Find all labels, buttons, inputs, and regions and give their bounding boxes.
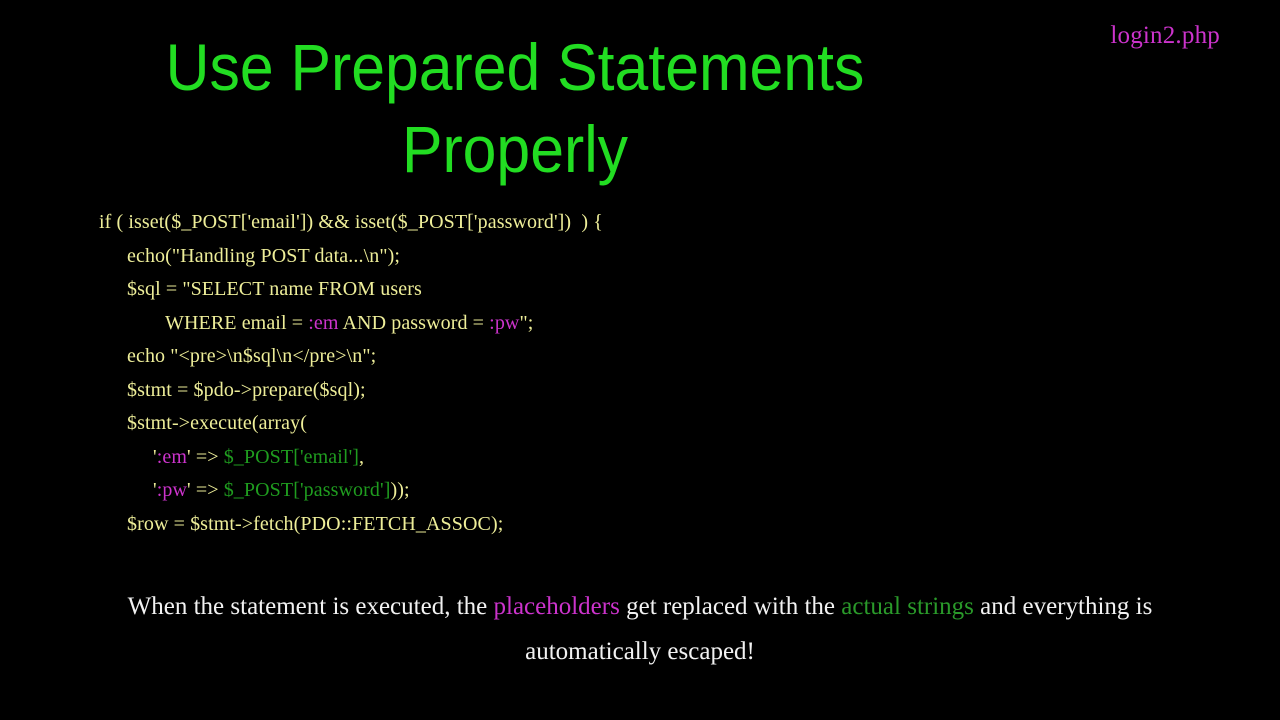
code-token: echo("Handling POST data...\n"); (127, 244, 401, 267)
slide-file-label: login2.php (1110, 22, 1220, 49)
code-placeholder-token: :pw (156, 479, 188, 501)
code-token: )); (390, 479, 410, 501)
page-title-line-1: Use Prepared Statements (165, 30, 865, 104)
code-placeholder-token: :pw (489, 311, 520, 334)
page-title-line-2: Properly (401, 112, 629, 186)
code-variable-token: $_POST['password'] (223, 479, 391, 501)
code-placeholder-token: :em (156, 445, 188, 468)
code-token: $stmt = $pdo->prepare($sql); (127, 378, 366, 401)
code-line: if ( isset($_POST['email']) && isset($_P… (0, 206, 1280, 240)
code-token: $row = $stmt->fetch(PDO::FETCH_ASSOC); (127, 512, 504, 535)
code-token: AND password = (338, 311, 490, 334)
caption-text: When the statement is executed, the plac… (64, 584, 1216, 674)
code-line: ':pw' => $_POST['password'])); (0, 474, 1280, 508)
page-title: Use Prepared Statements Properly (41, 26, 989, 190)
code-line: $sql = "SELECT name FROM users (0, 273, 1280, 307)
caption-highlight-placeholders: placeholders (493, 593, 620, 620)
code-token: ' => (187, 445, 224, 468)
caption-segment-2: get replaced with the (619, 593, 842, 620)
caption-highlight-actual-strings: actual strings (841, 593, 974, 620)
code-token: $stmt->execute(array( (127, 412, 307, 434)
code-token: if ( isset($_POST['email']) && isset($_P… (99, 211, 603, 233)
code-token: echo "<pre>\n$sql\n</pre>\n"; (127, 345, 377, 367)
code-line: ':em' => $_POST['email'], (0, 441, 1280, 475)
code-token: $sql = "SELECT name FROM users (127, 278, 422, 300)
code-line: echo("Handling POST data...\n"); (0, 240, 1280, 274)
caption-segment-1: When the statement is executed, the (127, 593, 494, 620)
code-variable-token: $_POST['email'] (223, 445, 360, 468)
code-line: $stmt->execute(array( (0, 407, 1280, 441)
code-placeholder-token: :em (308, 311, 339, 334)
code-line: $row = $stmt->fetch(PDO::FETCH_ASSOC); (0, 508, 1280, 542)
code-token: "; (519, 311, 534, 334)
code-token: WHERE email = (165, 311, 309, 334)
code-line: echo "<pre>\n$sql\n</pre>\n"; (0, 340, 1280, 374)
code-line: WHERE email = :em AND password = :pw"; (0, 307, 1280, 341)
code-block: if ( isset($_POST['email']) && isset($_P… (0, 206, 1280, 541)
code-token: ' => (187, 479, 224, 501)
code-line: $stmt = $pdo->prepare($sql); (0, 374, 1280, 408)
code-token: , (359, 445, 365, 468)
